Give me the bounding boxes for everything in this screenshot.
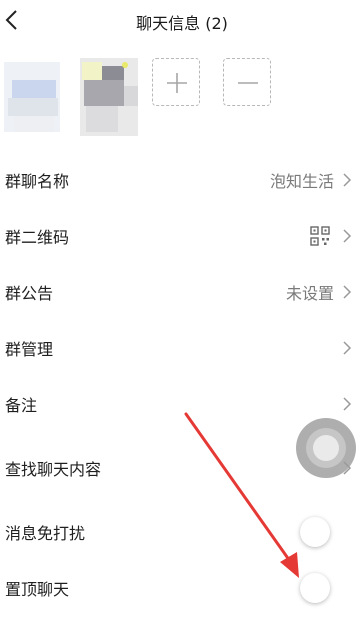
chevron-right-icon <box>343 285 352 299</box>
group-management-row[interactable]: 群管理 <box>0 320 364 376</box>
pin-chat-row: 置顶聊天 <box>0 560 364 616</box>
row-label: 置顶聊天 <box>5 580 70 599</box>
row-label: 群公告 <box>5 284 54 303</box>
group-qrcode-row[interactable]: 群二维码 <box>0 208 364 264</box>
group-announcement-row[interactable]: 群公告 未设置 <box>0 264 364 320</box>
minus-icon <box>238 82 258 84</box>
announcement-value: 未设置 <box>285 284 334 303</box>
floating-assistive-button[interactable] <box>296 418 356 478</box>
pin-chat-toggle[interactable] <box>300 573 330 603</box>
chevron-right-icon <box>343 397 352 411</box>
group-name-value: 泡知生活 <box>269 172 334 191</box>
top-bar: 聊天信息 (2) <box>0 0 364 42</box>
row-label: 群管理 <box>5 340 54 359</box>
row-label: 消息免打扰 <box>5 524 86 543</box>
plus-icon <box>167 73 187 93</box>
row-label: 群二维码 <box>5 228 70 247</box>
chevron-right-icon <box>343 173 352 187</box>
row-label: 群聊名称 <box>5 172 70 191</box>
mute-notifications-row: 消息免打扰 <box>0 504 364 560</box>
member-avatar[interactable] <box>78 58 140 136</box>
chevron-right-icon <box>343 229 352 243</box>
group-name-row[interactable]: 群聊名称 泡知生活 <box>0 152 364 208</box>
mute-toggle[interactable] <box>300 517 330 547</box>
add-member-button[interactable] <box>152 58 200 106</box>
row-label: 备注 <box>5 396 38 415</box>
float-core <box>313 435 339 461</box>
page-title: 聊天信息 (2) <box>136 14 228 33</box>
chevron-right-icon <box>343 341 352 355</box>
remove-member-button[interactable] <box>223 58 271 106</box>
row-label: 查找聊天内容 <box>5 460 102 479</box>
qr-code-icon <box>310 226 330 246</box>
member-avatar[interactable] <box>4 62 60 132</box>
